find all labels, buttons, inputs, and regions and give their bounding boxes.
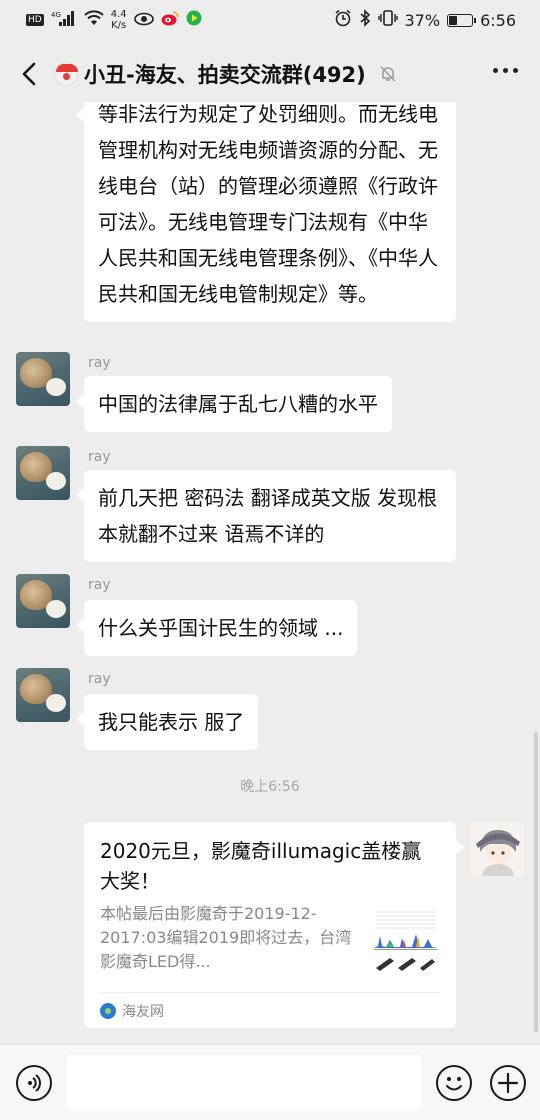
my-avatar[interactable] xyxy=(470,822,524,876)
clown-icon xyxy=(54,62,78,86)
sender-name: ray xyxy=(88,355,111,371)
avatar[interactable] xyxy=(16,446,70,500)
vibrate-icon xyxy=(377,9,398,31)
chat-title-area[interactable]: 小丑-海友、拍卖交流群(492) xyxy=(54,58,398,90)
message-bubble[interactable]: 中国的法律属于乱七八糟的水平 xyxy=(76,376,392,432)
message-text: 什么关乎国计民生的领域 ... xyxy=(98,616,344,640)
link-card-description: 本帖最后由影魔奇于2019-12-2017:03编辑2019即将过去，台湾影魔奇… xyxy=(100,904,352,971)
message-input[interactable] xyxy=(66,1055,422,1111)
net-type: 4G xyxy=(51,11,61,19)
chat-header: 小丑-海友、拍卖交流群(492) xyxy=(0,46,540,102)
signal-icon: 4G xyxy=(51,10,77,30)
sender-name: ray xyxy=(88,671,111,687)
wifi-icon xyxy=(84,10,104,30)
status-left: HD 4G 4.4 K/s xyxy=(26,9,202,31)
message-timestamp: 晚上6:56 xyxy=(240,779,300,795)
net-speed-unit: K/s xyxy=(111,20,127,31)
link-card-divider xyxy=(100,992,440,993)
back-button[interactable] xyxy=(16,56,46,92)
link-card-title: 2020元旦，影魔奇illumagic盖楼赢大奖！ xyxy=(100,839,422,893)
avatar[interactable] xyxy=(16,352,70,406)
emoji-button[interactable] xyxy=(436,1065,472,1101)
status-bar: HD 4G 4.4 K/s 37% 6:56 xyxy=(0,0,540,40)
more-dot-icon xyxy=(503,68,508,73)
chevron-left-icon xyxy=(22,62,36,86)
net-speed: 4.4 K/s xyxy=(111,9,127,31)
message-bubble[interactable]: 等非法行为规定了处罚细则。而无线电管理机构对无线电频谱资源的分配、无线电台（站）… xyxy=(76,102,456,322)
alarm-icon xyxy=(334,9,352,31)
eye-icon xyxy=(133,11,154,30)
message-bubble[interactable]: 我只能表示 服了 xyxy=(75,694,259,750)
net-speed-value: 4.4 xyxy=(110,9,127,20)
source-app-icon xyxy=(100,1003,116,1019)
plus-icon xyxy=(497,1072,519,1094)
avatar[interactable] xyxy=(16,574,70,628)
smiley-icon xyxy=(446,1077,462,1091)
link-card-source-name: 海友网 xyxy=(122,1004,164,1020)
bluetooth-icon xyxy=(359,9,371,31)
battery-level xyxy=(449,15,458,25)
more-dot-icon xyxy=(493,68,498,73)
message-bubble[interactable]: 什么关乎国计民生的领域 ... xyxy=(75,600,358,656)
message-text: 前几天把 密码法 翻译成英文版 发现根本就翻不过来 语焉不详的 xyxy=(98,486,438,546)
message-text: 我只能表示 服了 xyxy=(98,710,245,734)
voice-input-button[interactable] xyxy=(16,1065,52,1101)
hd-indicator: HD xyxy=(26,14,44,26)
avatar[interactable] xyxy=(16,668,70,722)
mute-bell-icon xyxy=(380,66,396,82)
sender-name: ray xyxy=(88,449,111,465)
avatar-paw xyxy=(46,472,66,490)
avatar-paw xyxy=(46,600,66,618)
weibo-icon xyxy=(161,10,179,30)
message-list[interactable]: 等非法行为规定了处罚细则。而无线电管理机构对无线电频谱资源的分配、无线电台（站）… xyxy=(0,102,540,1044)
scrollbar[interactable] xyxy=(534,732,538,1032)
link-card-thumbnail xyxy=(372,906,440,976)
input-bar xyxy=(0,1044,540,1120)
link-card-source[interactable]: 海友网 xyxy=(100,1000,164,1022)
more-dot-icon xyxy=(513,68,518,73)
more-actions-button[interactable] xyxy=(490,1065,526,1101)
sender-name: ray xyxy=(88,577,111,593)
battery-percent: 37% xyxy=(404,10,441,30)
message-text: 中国的法律属于乱七八糟的水平 xyxy=(98,392,378,416)
chat-title: 小丑-海友、拍卖交流群(492) xyxy=(84,63,366,87)
avatar-paw xyxy=(46,378,66,396)
clock: 6:56 xyxy=(480,10,516,30)
video-app-icon xyxy=(186,10,202,30)
message-text: 等非法行为规定了处罚细则。而无线电管理机构对无线电频谱资源的分配、无线电台（站）… xyxy=(98,102,438,306)
avatar-paw xyxy=(46,694,66,712)
message-bubble[interactable]: 前几天把 密码法 翻译成英文版 发现根本就翻不过来 语焉不详的 xyxy=(76,470,456,562)
voice-icon xyxy=(28,1074,41,1092)
link-card[interactable]: 2020元旦，影魔奇illumagic盖楼赢大奖！ 本帖最后由影魔奇于2019-… xyxy=(84,822,464,1028)
battery-icon xyxy=(447,13,477,27)
status-right: 37% 6:56 xyxy=(334,9,516,31)
more-menu-button[interactable] xyxy=(493,68,518,73)
